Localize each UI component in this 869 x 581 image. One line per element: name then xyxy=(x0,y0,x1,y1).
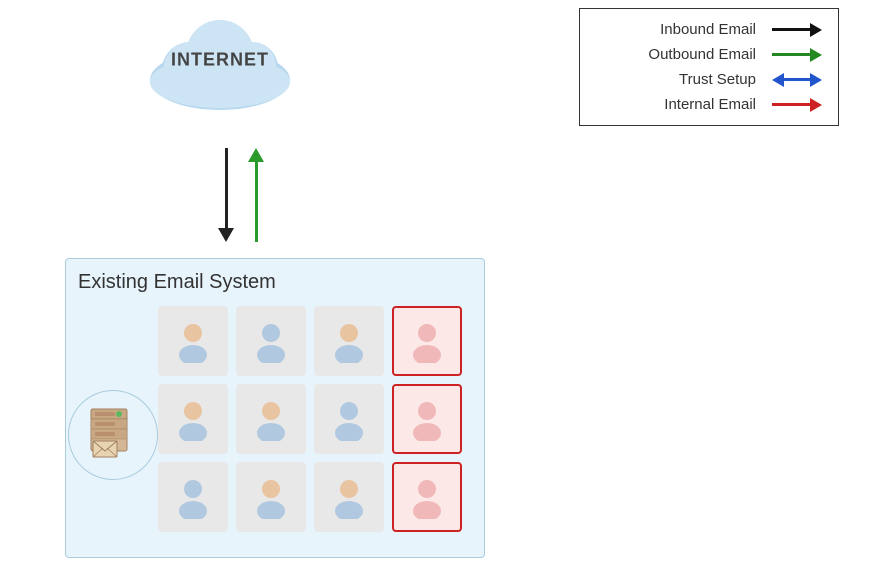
user-cell-3-4 xyxy=(392,462,462,532)
legend-item-inbound: Inbound Email xyxy=(596,21,822,38)
user-cell-1-4 xyxy=(392,306,462,376)
legend-item-outbound: Outbound Email xyxy=(596,46,822,63)
inbound-arrow xyxy=(218,148,234,242)
user-icon-2-1 xyxy=(171,397,215,441)
arrow-line-inbound xyxy=(772,28,810,31)
user-icon-1-4 xyxy=(405,319,449,363)
user-icon-3-3 xyxy=(327,475,371,519)
user-cell-2-4 xyxy=(392,384,462,454)
user-cell-3-1 xyxy=(158,462,228,532)
user-icon-2-3 xyxy=(327,397,371,441)
user-cell-3-3 xyxy=(314,462,384,532)
user-cell-3-2 xyxy=(236,462,306,532)
legend-item-trust: Trust Setup xyxy=(596,71,822,88)
arrow-line-outbound xyxy=(772,53,810,56)
arrow-head-internal xyxy=(810,98,822,112)
legend-arrow-inbound xyxy=(772,23,822,37)
legend-label-outbound: Outbound Email xyxy=(596,46,772,63)
user-cell-1-2 xyxy=(236,306,306,376)
outbound-arrow-head xyxy=(248,148,264,162)
user-icon-1-1 xyxy=(171,319,215,363)
user-grid xyxy=(158,306,472,532)
user-cell-2-1 xyxy=(158,384,228,454)
user-icon-2-2 xyxy=(249,397,293,441)
inbound-arrow-head xyxy=(218,228,234,242)
legend-label-internal: Internal Email xyxy=(596,96,772,113)
user-icon-3-4 xyxy=(405,475,449,519)
legend-arrow-trust xyxy=(772,73,822,87)
server-container xyxy=(68,390,158,480)
outbound-arrow xyxy=(248,148,264,242)
arrow-line-internal xyxy=(772,103,810,106)
user-cell-2-2 xyxy=(236,384,306,454)
cloud-container: INTERNET xyxy=(140,10,300,110)
email-system-title: Existing Email System xyxy=(78,271,472,294)
server-icon xyxy=(83,405,143,465)
cloud-shape: INTERNET xyxy=(140,10,300,110)
arrow-head-trust-right xyxy=(810,73,822,87)
user-icon-3-2 xyxy=(249,475,293,519)
arrow-head-inbound xyxy=(810,23,822,37)
inbound-arrow-line xyxy=(225,148,228,228)
user-icon-3-1 xyxy=(171,475,215,519)
user-icon-1-2 xyxy=(249,319,293,363)
user-icon-1-3 xyxy=(327,319,371,363)
cloud-text: INTERNET xyxy=(171,50,269,71)
user-cell-1-1 xyxy=(158,306,228,376)
user-cell-1-3 xyxy=(314,306,384,376)
legend-arrow-internal xyxy=(772,98,822,112)
legend-box: Inbound Email Outbound Email Trust Setup… xyxy=(579,8,839,126)
arrow-head-outbound xyxy=(810,48,822,62)
user-cell-2-3 xyxy=(314,384,384,454)
arrow-head-trust-left xyxy=(772,73,784,87)
user-icon-2-4 xyxy=(405,397,449,441)
arrow-line-trust xyxy=(784,78,810,81)
legend-item-internal: Internal Email xyxy=(596,96,822,113)
outbound-arrow-line xyxy=(255,162,258,242)
legend-label-trust: Trust Setup xyxy=(596,71,772,88)
legend-label-inbound: Inbound Email xyxy=(596,21,772,38)
legend-arrow-outbound xyxy=(772,48,822,62)
